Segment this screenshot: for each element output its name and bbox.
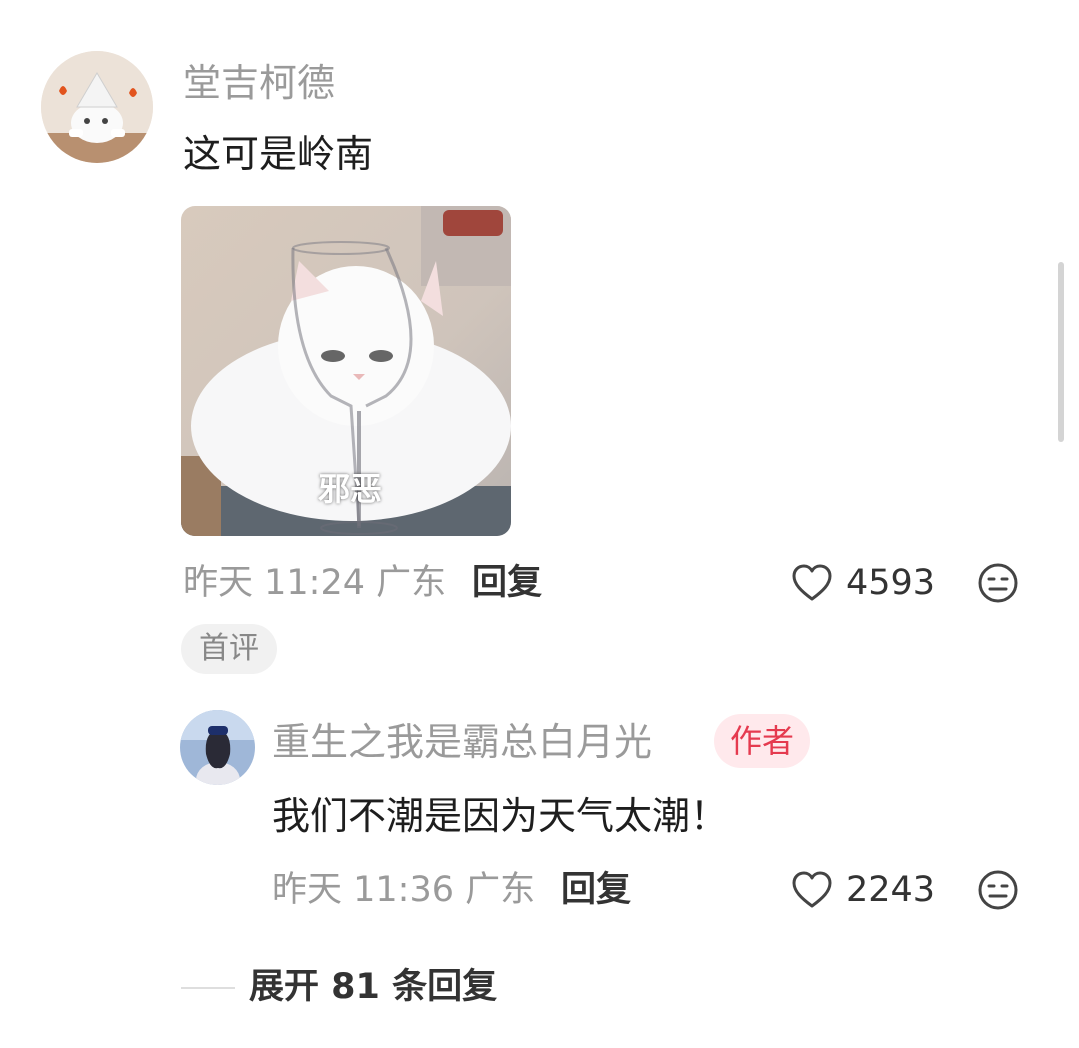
reply-avatar[interactable] xyxy=(180,710,255,785)
expand-replies-button[interactable]: 展开 81 条回复 xyxy=(249,970,497,1005)
comment-text: 这可是岭南 xyxy=(183,132,374,176)
neutral-face-icon[interactable] xyxy=(977,869,1019,911)
first-comment-badge: 首评 xyxy=(181,624,277,674)
comment-time: 昨天 11:24 广东 xyxy=(183,566,446,601)
reply-username[interactable]: 重生之我是霸总白月光 xyxy=(272,723,652,761)
reply-timestamp: 昨天 11:36 xyxy=(272,870,454,910)
reply-time: 昨天 11:36 广东 xyxy=(272,873,535,908)
scrollbar-thumb[interactable] xyxy=(1058,262,1064,442)
image-caption: 邪恶 xyxy=(318,470,383,508)
reply-location: 广东 xyxy=(465,870,536,910)
commenter-avatar[interactable] xyxy=(41,51,153,163)
reply-like-count: 2243 xyxy=(846,870,936,910)
expand-divider xyxy=(181,987,235,989)
comment-like-button[interactable]: 4593 xyxy=(791,562,935,606)
comment-reply-button[interactable]: 回复 xyxy=(472,566,542,601)
comment-timestamp: 昨天 11:24 xyxy=(183,563,365,603)
commenter-name[interactable]: 堂吉柯德 xyxy=(183,64,335,102)
reply-like-button[interactable]: 2243 xyxy=(791,869,935,913)
comment-location: 广东 xyxy=(376,563,447,603)
neutral-face-icon[interactable] xyxy=(977,562,1019,604)
comment-image[interactable]: 邪恶 xyxy=(181,206,511,536)
author-badge: 作者 xyxy=(714,714,811,768)
heart-icon xyxy=(791,870,833,910)
reply-text: 我们不潮是因为天气太潮！ xyxy=(272,794,729,838)
reply-reply-button[interactable]: 回复 xyxy=(561,873,631,908)
heart-icon xyxy=(791,563,833,603)
comment-like-count: 4593 xyxy=(846,563,936,603)
